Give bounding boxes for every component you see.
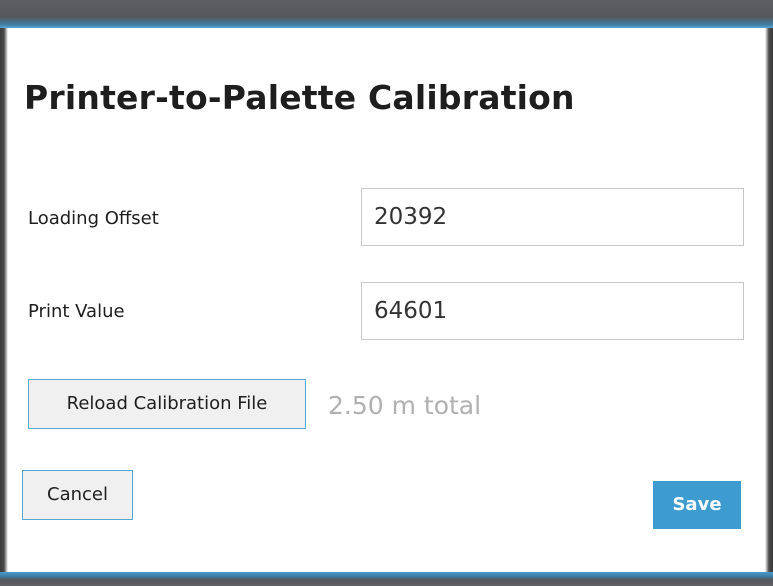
total-length-text: 2.50 m total	[328, 391, 482, 420]
window-right-border	[765, 28, 773, 572]
print-value-label: Print Value	[28, 301, 125, 322]
dialog-title: Printer-to-Palette Calibration	[24, 78, 575, 117]
window-left-border	[0, 28, 8, 572]
loading-offset-label: Loading Offset	[28, 208, 159, 229]
loading-offset-input[interactable]	[361, 188, 744, 246]
cancel-button[interactable]: Cancel	[22, 470, 133, 520]
save-button[interactable]: Save	[653, 481, 741, 529]
window-bottom-bar	[0, 572, 773, 586]
reload-calibration-file-button[interactable]: Reload Calibration File	[28, 379, 306, 429]
print-value-input[interactable]	[361, 282, 744, 340]
calibration-dialog: Printer-to-Palette Calibration Loading O…	[0, 0, 773, 586]
window-top-bar	[0, 0, 773, 28]
